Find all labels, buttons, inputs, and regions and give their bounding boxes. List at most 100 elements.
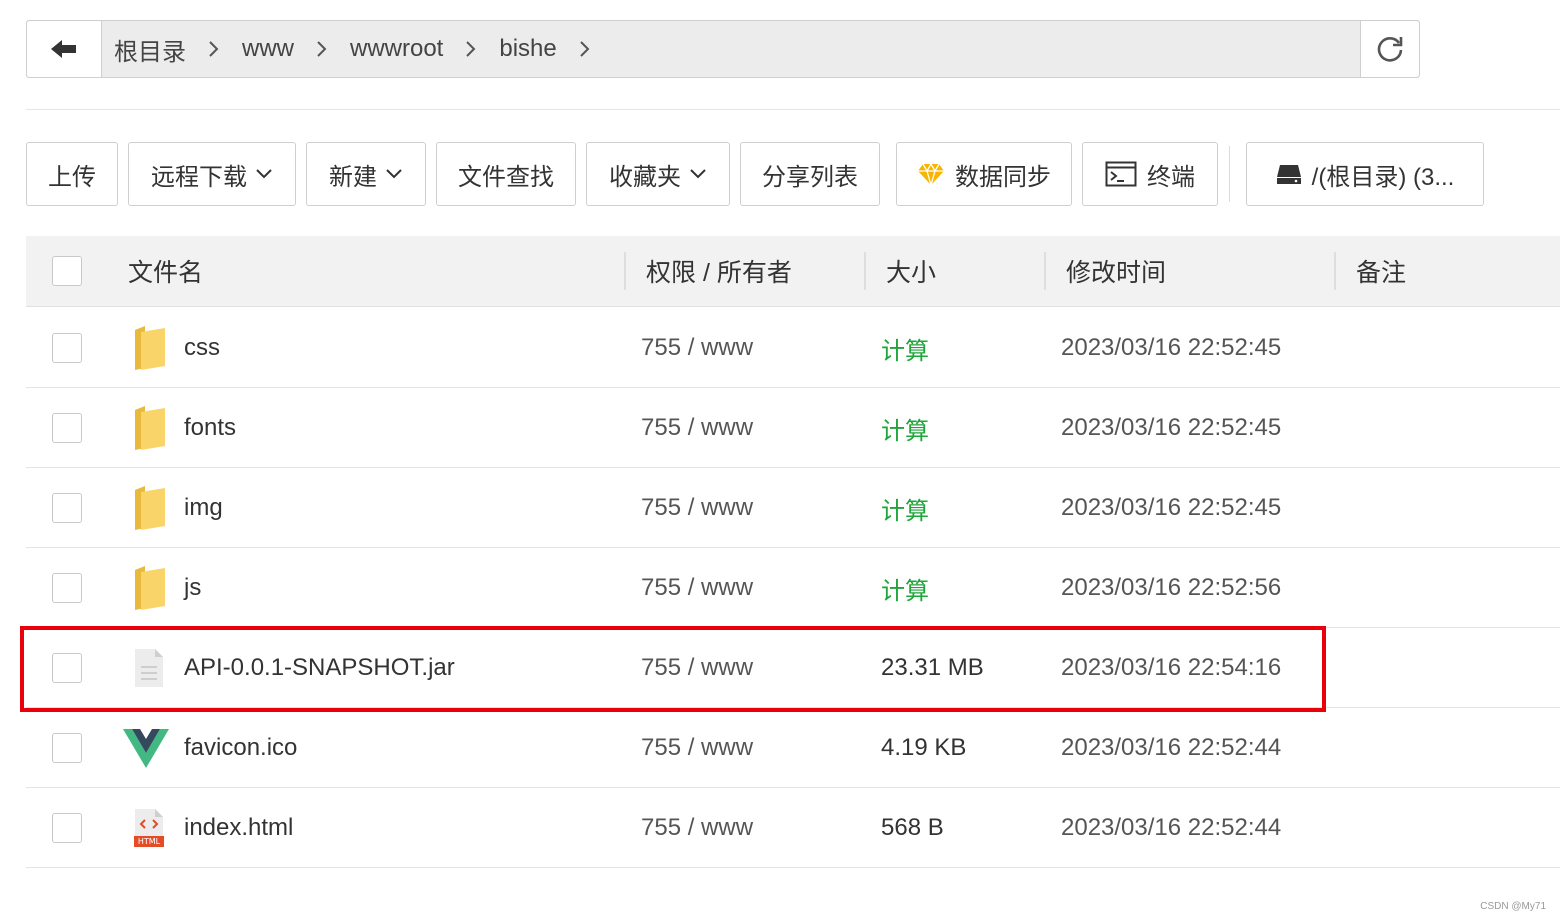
- col-perm-header[interactable]: 权限 / 所有者: [646, 236, 792, 306]
- breadcrumb-root[interactable]: 根目录: [114, 32, 186, 67]
- file-name[interactable]: index.html: [184, 788, 293, 868]
- table-row[interactable]: fonts 755 / www 计算 2023/03/16 22:52:45: [26, 388, 1560, 468]
- refresh-button[interactable]: [1360, 21, 1419, 77]
- share-list-label: 分享列表: [762, 163, 858, 191]
- favorites-label: 收藏夹: [609, 163, 681, 191]
- file-mtime: 2023/03/16 22:52:45: [1061, 414, 1282, 441]
- folder-icon: [124, 548, 174, 628]
- folder-icon: [124, 468, 174, 548]
- row-checkbox[interactable]: [52, 653, 82, 683]
- remote-download-label: 远程下载: [151, 163, 247, 191]
- file-search-button[interactable]: 文件查找: [436, 142, 576, 206]
- col-size-header[interactable]: 大小: [886, 236, 936, 306]
- file-search-label: 文件查找: [458, 163, 554, 191]
- disk-button[interactable]: /(根目录) (3...: [1246, 142, 1484, 206]
- file-name[interactable]: img: [184, 468, 223, 548]
- html-file-icon: HTML: [124, 788, 174, 868]
- file-permission[interactable]: 755 / www: [641, 708, 753, 788]
- back-button[interactable]: [27, 21, 102, 77]
- file-icon: [124, 628, 174, 708]
- row-checkbox[interactable]: [52, 333, 82, 363]
- file-size: 4.19 KB: [881, 734, 967, 761]
- arrow-left-icon: [51, 40, 76, 58]
- remote-download-button[interactable]: 远程下载: [128, 142, 296, 206]
- row-checkbox[interactable]: [52, 813, 82, 843]
- chevron-right-icon: [465, 40, 477, 58]
- breadcrumb-wwwroot[interactable]: wwwroot: [350, 35, 443, 63]
- table-row[interactable]: css 755 / www 计算 2023/03/16 22:52:45: [26, 308, 1560, 388]
- file-mtime: 2023/03/16 22:52:45: [1061, 334, 1282, 361]
- col-mtime-header[interactable]: 修改时间: [1066, 236, 1166, 306]
- folder-icon: [124, 308, 174, 388]
- file-permission[interactable]: 755 / www: [641, 308, 753, 388]
- hard-drive-icon: [1276, 163, 1302, 185]
- file-mtime: 2023/03/16 22:52:44: [1061, 814, 1282, 841]
- new-label: 新建: [329, 163, 377, 191]
- table-header: 文件名 权限 / 所有者 大小 修改时间 备注: [26, 236, 1560, 307]
- file-mtime: 2023/03/16 22:52:44: [1061, 734, 1282, 761]
- row-checkbox[interactable]: [52, 413, 82, 443]
- favorites-button[interactable]: 收藏夹: [586, 142, 730, 206]
- toolbar-divider: [1229, 146, 1230, 202]
- terminal-icon: [1105, 161, 1137, 187]
- file-permission[interactable]: 755 / www: [641, 548, 753, 628]
- file-mtime: 2023/03/16 22:52:45: [1061, 494, 1282, 521]
- chevron-down-icon: [255, 168, 273, 180]
- file-name[interactable]: fonts: [184, 388, 236, 468]
- watermark: CSDN @My71: [1480, 901, 1546, 912]
- data-sync-button[interactable]: 数据同步: [896, 142, 1072, 206]
- row-checkbox[interactable]: [52, 493, 82, 523]
- column-divider: [1334, 252, 1336, 290]
- calculate-size-link[interactable]: 计算: [881, 388, 929, 468]
- divider: [26, 109, 1560, 110]
- select-all-checkbox[interactable]: [52, 256, 82, 286]
- share-list-button[interactable]: 分享列表: [740, 142, 880, 206]
- col-note-header[interactable]: 备注: [1356, 236, 1406, 306]
- file-name[interactable]: js: [184, 548, 201, 628]
- file-permission[interactable]: 755 / www: [641, 468, 753, 548]
- file-permission[interactable]: 755 / www: [641, 788, 753, 868]
- data-sync-label: 数据同步: [955, 163, 1051, 191]
- row-checkbox[interactable]: [52, 573, 82, 603]
- vue-logo-icon: [121, 708, 171, 788]
- new-button[interactable]: 新建: [306, 142, 426, 206]
- refresh-icon: [1377, 37, 1403, 62]
- file-mtime: 2023/03/16 22:52:56: [1061, 574, 1282, 601]
- file-name[interactable]: API-0.0.1-SNAPSHOT.jar: [184, 628, 455, 708]
- table-row[interactable]: js 755 / www 计算 2023/03/16 22:52:56: [26, 548, 1560, 628]
- chevron-right-icon: [208, 40, 220, 58]
- breadcrumb-www[interactable]: www: [242, 35, 294, 63]
- folder-icon: [124, 388, 174, 468]
- table-row[interactable]: HTML index.html 755 / www 568 B 2023/03/…: [26, 788, 1560, 868]
- chevron-down-icon: [385, 168, 403, 180]
- column-divider: [864, 252, 866, 290]
- terminal-button[interactable]: 终端: [1082, 142, 1218, 206]
- breadcrumb: 根目录 www wwwroot bishe: [102, 21, 1360, 77]
- html-badge: HTML: [134, 836, 164, 847]
- table-row[interactable]: API-0.0.1-SNAPSHOT.jar 755 / www 23.31 M…: [26, 628, 1560, 708]
- address-bar: 根目录 www wwwroot bishe: [26, 20, 1420, 78]
- upload-button[interactable]: 上传: [26, 142, 118, 206]
- terminal-label: 终端: [1147, 163, 1195, 191]
- file-name[interactable]: favicon.ico: [184, 708, 297, 788]
- disk-label: /(根目录) (3...: [1311, 163, 1455, 191]
- file-name[interactable]: css: [184, 308, 220, 388]
- file-size: 23.31 MB: [881, 654, 984, 681]
- table-row[interactable]: img 755 / www 计算 2023/03/16 22:52:45: [26, 468, 1560, 548]
- chevron-right-icon: [316, 40, 328, 58]
- calculate-size-link[interactable]: 计算: [881, 468, 929, 548]
- chevron-down-icon: [689, 168, 707, 180]
- col-name-header[interactable]: 文件名: [128, 236, 203, 306]
- file-mtime: 2023/03/16 22:54:16: [1061, 654, 1282, 681]
- table-row[interactable]: favicon.ico 755 / www 4.19 KB 2023/03/16…: [26, 708, 1560, 788]
- calculate-size-link[interactable]: 计算: [881, 548, 929, 628]
- upload-label: 上传: [48, 163, 96, 191]
- chevron-right-icon[interactable]: [579, 40, 591, 58]
- breadcrumb-bishe[interactable]: bishe: [499, 35, 556, 63]
- file-permission[interactable]: 755 / www: [641, 628, 753, 708]
- row-checkbox[interactable]: [52, 733, 82, 763]
- file-permission[interactable]: 755 / www: [641, 388, 753, 468]
- column-divider: [624, 252, 626, 290]
- calculate-size-link[interactable]: 计算: [881, 308, 929, 388]
- column-divider: [1044, 252, 1046, 290]
